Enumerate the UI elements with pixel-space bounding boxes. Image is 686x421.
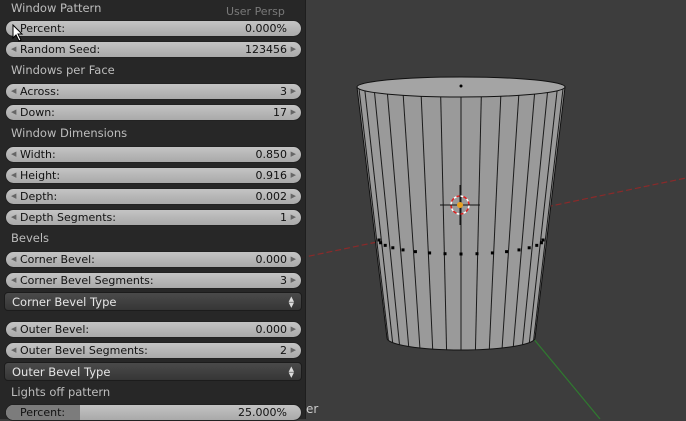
increment-arrow-icon[interactable]: ▶ (291, 45, 296, 53)
top-vertex (459, 84, 463, 88)
field-label: Height: (20, 169, 61, 182)
decrement-arrow-icon[interactable]: ◀ (11, 192, 16, 200)
field-label: Width: (20, 148, 56, 161)
random-seed-field[interactable]: ◀ ▶ Random Seed: 123456 (5, 41, 302, 58)
selected-vertex (428, 251, 432, 255)
selected-vertex (377, 238, 381, 242)
section-header-bevels: Bevels (11, 231, 50, 245)
increment-arrow-icon[interactable]: ▶ (291, 87, 296, 95)
field-label: Percent: (20, 406, 66, 419)
decrement-arrow-icon[interactable]: ◀ (11, 150, 16, 158)
down-field[interactable]: ◀ ▶ Down: 17 (5, 104, 302, 121)
increment-arrow-icon[interactable]: ▶ (291, 108, 296, 116)
selected-vertex (490, 251, 494, 255)
field-label: Random Seed: (20, 43, 101, 56)
selected-vertex (379, 241, 383, 245)
field-value: 0.000% (245, 22, 287, 35)
dropdown-label: Outer Bevel Type (12, 364, 111, 379)
up-down-arrows-icon: ▲ ▼ (288, 294, 294, 309)
increment-arrow-icon[interactable]: ▶ (291, 255, 296, 263)
field-label: Depth Segments: (20, 211, 116, 224)
selected-vertex (475, 252, 479, 256)
viewport-view-label: User Persp (226, 5, 285, 18)
dropdown-label: Corner Bevel Type (12, 294, 117, 309)
section-header-window-pattern: Window Pattern (11, 1, 102, 15)
selected-vertex (383, 243, 387, 247)
section-header-window-dimensions: Window Dimensions (11, 126, 128, 140)
outer-bevel-field[interactable]: ◀ ▶ Outer Bevel: 0.000 (5, 321, 302, 338)
section-header-lights-off-pattern: Lights off pattern (11, 385, 111, 399)
field-label: Corner Bevel: (20, 253, 95, 266)
field-value: 0.850 (255, 148, 288, 161)
field-label: Percent: (20, 22, 66, 35)
decrement-arrow-icon[interactable]: ◀ (11, 45, 16, 53)
selected-vertex (505, 250, 509, 254)
outer-bevel-type-dropdown[interactable]: Outer Bevel Type ▲ ▼ (4, 362, 302, 381)
decrement-arrow-icon[interactable]: ◀ (11, 255, 16, 263)
decrement-arrow-icon[interactable]: ◀ (11, 213, 16, 221)
percent-slider[interactable]: Percent: 25.000% (5, 404, 302, 421)
selected-vertex (539, 241, 543, 245)
field-value: 0.000 (255, 253, 288, 266)
increment-arrow-icon[interactable]: ▶ (291, 171, 296, 179)
selected-vertex (413, 250, 417, 254)
selected-vertex (527, 246, 531, 250)
section-header-windows-per-face: Windows per Face (11, 63, 115, 77)
selected-vertex (541, 238, 545, 242)
field-value: 2 (280, 344, 287, 357)
width-field[interactable]: ◀ ▶ Width: 0.850 (5, 146, 302, 163)
decrement-arrow-icon[interactable]: ◀ (11, 325, 16, 333)
viewport-partial-label: er (306, 402, 319, 416)
increment-arrow-icon[interactable]: ▶ (291, 346, 296, 354)
mouse-pointer-icon (12, 24, 24, 42)
field-value: 17 (273, 106, 287, 119)
selected-vertex (401, 248, 405, 252)
across-field[interactable]: ◀ ▶ Across: 3 (5, 83, 302, 100)
decrement-arrow-icon[interactable]: ◀ (11, 171, 16, 179)
increment-arrow-icon[interactable]: ▶ (291, 276, 296, 284)
selected-vertex (535, 243, 539, 247)
field-label: Outer Bevel Segments: (20, 344, 148, 357)
increment-arrow-icon[interactable]: ▶ (291, 192, 296, 200)
selected-vertex (459, 252, 463, 256)
increment-arrow-icon[interactable]: ▶ (291, 213, 296, 221)
field-label: Down: (20, 106, 55, 119)
field-value: 25.000% (238, 406, 287, 419)
selected-vertex (517, 248, 521, 252)
increment-arrow-icon[interactable]: ▶ (291, 150, 296, 158)
selected-vertex (391, 246, 395, 250)
height-field[interactable]: ◀ ▶ Height: 0.916 (5, 167, 302, 184)
decrement-arrow-icon[interactable]: ◀ (11, 108, 16, 116)
up-down-arrows-icon: ▲ ▼ (288, 364, 294, 379)
field-value: 0.916 (255, 169, 288, 182)
decrement-arrow-icon[interactable]: ◀ (11, 346, 16, 354)
corner-bevel-segments-field[interactable]: ◀ ▶ Corner Bevel Segments: 3 (5, 272, 302, 289)
operator-panel: Window Pattern Percent: 0.000% ◀ ▶ Random See… (0, 0, 306, 421)
field-value: 1 (280, 211, 287, 224)
percent-slider[interactable]: Percent: 0.000% (5, 20, 302, 37)
selected-vertex (443, 252, 447, 256)
field-label: Corner Bevel Segments: (20, 274, 154, 287)
decrement-arrow-icon[interactable]: ◀ (11, 276, 16, 284)
outer-bevel-segments-field[interactable]: ◀ ▶ Outer Bevel Segments: 2 (5, 342, 302, 359)
corner-bevel-type-dropdown[interactable]: Corner Bevel Type ▲ ▼ (4, 292, 302, 311)
field-label: Outer Bevel: (20, 323, 90, 336)
decrement-arrow-icon[interactable]: ◀ (11, 87, 16, 95)
corner-bevel-field[interactable]: ◀ ▶ Corner Bevel: 0.000 (5, 251, 302, 268)
field-value: 3 (280, 274, 287, 287)
depth-segments-field[interactable]: ◀ ▶ Depth Segments: 1 (5, 209, 302, 226)
field-value: 123456 (245, 43, 287, 56)
field-value: 3 (280, 85, 287, 98)
field-label: Depth: (20, 190, 58, 203)
depth-field[interactable]: ◀ ▶ Depth: 0.002 (5, 188, 302, 205)
field-label: Across: (20, 85, 60, 98)
field-value: 0.000 (255, 323, 288, 336)
increment-arrow-icon[interactable]: ▶ (291, 325, 296, 333)
field-value: 0.002 (255, 190, 288, 203)
